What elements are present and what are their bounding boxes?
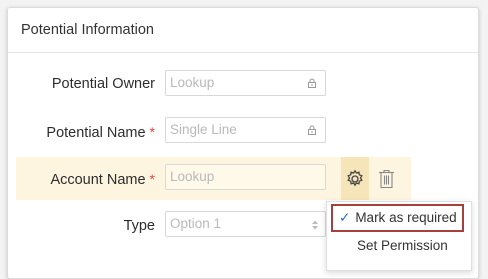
required-asterisk: * (149, 124, 155, 140)
section-title: Potential Information (21, 22, 154, 38)
potential-name-field[interactable]: Single Line (165, 117, 326, 143)
required-asterisk: * (149, 171, 155, 187)
section-header: Potential Information (8, 8, 478, 53)
potential-owner-field[interactable]: Lookup (165, 70, 326, 96)
set-permission-option[interactable]: Set Permission (357, 236, 448, 256)
lock-icon (308, 125, 316, 135)
type-label: Type (123, 218, 155, 234)
gear-button[interactable] (341, 157, 369, 200)
potential-name-label: Potential Name * (46, 124, 155, 141)
account-name-label: Account Name * (50, 171, 155, 188)
potential-owner-label: Potential Owner (51, 76, 155, 92)
lock-icon (308, 78, 316, 88)
field-options-menu: ✓ Mark as required Set Permission (326, 201, 472, 271)
account-name-field[interactable]: Lookup (165, 164, 326, 190)
gear-icon (347, 169, 363, 186)
trash-icon[interactable] (378, 169, 395, 189)
check-icon: ✓ (339, 210, 351, 225)
mark-as-required-option[interactable]: ✓ Mark as required (331, 204, 464, 232)
stepper-icon (312, 220, 318, 230)
type-select[interactable]: Option 1 (165, 211, 326, 237)
